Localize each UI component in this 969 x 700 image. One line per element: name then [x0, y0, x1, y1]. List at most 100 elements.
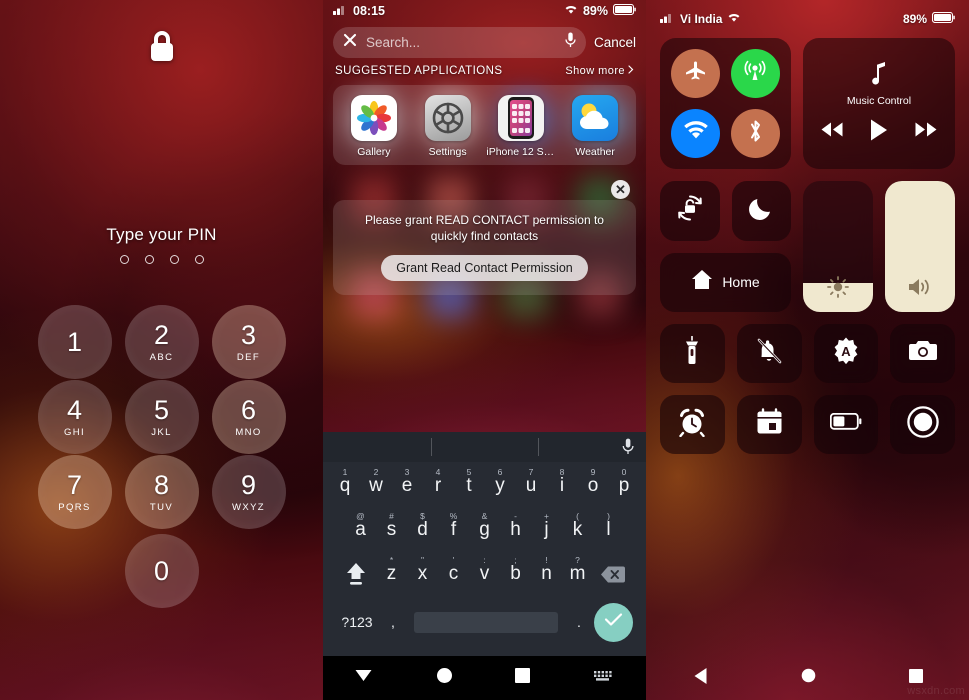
app-gallery[interactable]: Gallery [339, 95, 409, 158]
keypad-key-5[interactable]: 5 JKL [124, 380, 199, 454]
keypad-key-2[interactable]: 2 ABC [124, 305, 199, 379]
control-center-tile-grid: A [660, 323, 955, 454]
music-control-module[interactable]: Music Control [803, 38, 955, 169]
show-more-button[interactable]: Show more [565, 65, 634, 77]
key-h[interactable]: -h [500, 511, 531, 548]
keypad-key-3[interactable]: 3 DEF [211, 305, 286, 379]
brightness-slider[interactable] [803, 181, 873, 312]
key-d[interactable]: $ d [407, 511, 438, 548]
key-m[interactable]: ? m [562, 555, 593, 592]
rotation-lock-tile[interactable] [660, 181, 720, 241]
key-alt: 5 [466, 467, 472, 477]
enter-key[interactable] [594, 602, 633, 642]
close-x-icon[interactable] [343, 33, 357, 52]
comma-key[interactable]: , [378, 614, 408, 630]
keypad-key-9[interactable]: 9 WXYZ [211, 455, 286, 529]
key-alt: 7 [528, 467, 534, 477]
close-circle-icon[interactable]: ✕ [611, 180, 630, 199]
nav-back-triangle-icon[interactable] [693, 667, 708, 690]
suggested-applications-header: SUGGESTED APPLICATIONS Show more [323, 65, 646, 77]
key-f[interactable]: % f [438, 511, 469, 548]
do-not-disturb-tile[interactable] [731, 181, 791, 241]
permission-message: Please grant READ CONTACT permission to … [365, 213, 604, 244]
camera-tile[interactable] [890, 323, 955, 383]
key-o[interactable]: 9o [578, 467, 609, 504]
rewind-icon[interactable] [820, 121, 844, 143]
auto-brightness-tile[interactable]: A [813, 323, 879, 383]
symbols-key[interactable]: ?123 [336, 614, 378, 630]
microphone-icon[interactable] [565, 32, 576, 53]
wifi-toggle[interactable] [671, 108, 721, 158]
key-g[interactable]: & g [469, 511, 500, 548]
key-alt: * [389, 555, 394, 565]
key-v[interactable]: :v [469, 555, 500, 592]
key-alt: 3 [404, 467, 410, 477]
calendar-tile[interactable] [736, 394, 802, 454]
play-icon[interactable] [869, 118, 889, 147]
period-key[interactable]: . [564, 614, 594, 630]
key-u[interactable]: 7u [516, 467, 547, 504]
key-c[interactable]: ' c [438, 555, 469, 592]
nav-back-triangle-icon[interactable] [354, 668, 373, 688]
on-screen-keyboard: 1q 2w 3e 4r 5t 6y 7u 8i 9o 0p @ a # s $ d %… [323, 432, 646, 656]
key-n[interactable]: ! n [531, 555, 562, 592]
key-j[interactable]: + j [531, 511, 562, 548]
backspace-icon[interactable] [593, 556, 633, 592]
key-t[interactable]: 5t [454, 467, 485, 504]
key-p[interactable]: 0p [609, 467, 640, 504]
weather-cloud-sun-icon [572, 95, 619, 141]
rotation-lock-icon [675, 193, 705, 228]
home-tile[interactable]: Home [660, 252, 791, 312]
key-q[interactable]: 1q [330, 467, 361, 504]
key-y[interactable]: 6y [485, 467, 516, 504]
keypad-key-0[interactable]: 0 [124, 534, 199, 608]
fast-forward-icon[interactable] [914, 121, 938, 143]
key-z[interactable]: * z [376, 555, 407, 592]
space-key[interactable] [414, 611, 558, 633]
keypad-key-1[interactable]: 1 [37, 305, 112, 379]
microphone-icon[interactable] [622, 438, 634, 460]
nav-home-circle-icon[interactable] [436, 667, 453, 689]
nav-recents-square-icon[interactable] [515, 668, 531, 688]
auto-brightness-a-icon: A [831, 336, 861, 371]
alarm-tile[interactable] [660, 394, 725, 454]
key-label: l [606, 519, 611, 540]
low-power-tile[interactable] [813, 394, 879, 454]
volume-slider[interactable] [885, 181, 955, 312]
keypad-key-6[interactable]: 6 MNO [211, 380, 286, 454]
keypad-key-7[interactable]: 7 PQRS [37, 455, 112, 529]
bluetooth-toggle[interactable] [730, 108, 780, 158]
cellular-data-toggle[interactable] [730, 49, 780, 99]
keypad-key-4[interactable]: 4 GHI [37, 380, 112, 454]
status-time: 08:15 [353, 4, 385, 18]
key-w[interactable]: 2w [361, 467, 392, 504]
shift-arrow-icon[interactable] [336, 556, 376, 592]
search-input[interactable]: Search... [333, 27, 586, 58]
key-label: v [479, 563, 490, 584]
key-i[interactable]: 8i [547, 467, 578, 504]
cancel-button[interactable]: Cancel [594, 35, 636, 50]
key-b[interactable]: ; b [500, 555, 531, 592]
flashlight-tile[interactable] [660, 323, 725, 383]
airplane-mode-toggle[interactable] [671, 49, 721, 99]
key-k[interactable]: (k [562, 511, 593, 548]
nav-home-circle-icon[interactable] [801, 668, 816, 688]
key-s[interactable]: # s [376, 511, 407, 548]
control-center-top-row: Music Control [660, 38, 955, 169]
app-iphone-settings[interactable]: iPhone 12 Setti... [486, 95, 556, 158]
keypad-key-letters: PQRS [58, 501, 91, 513]
key-l[interactable]: ) l [593, 511, 624, 548]
battery-percent: 89% [902, 12, 927, 26]
key-x[interactable]: " x [407, 555, 438, 592]
screen-record-tile[interactable] [890, 394, 955, 454]
mute-tile[interactable] [736, 323, 802, 383]
keypad-key-digit: 0 [153, 555, 170, 586]
app-weather[interactable]: Weather [560, 95, 630, 158]
keypad-key-8[interactable]: 8 TUV [124, 455, 199, 529]
key-a[interactable]: @ a [345, 511, 376, 548]
app-settings[interactable]: Settings [413, 95, 483, 158]
nav-keyboard-icon[interactable] [593, 669, 615, 687]
key-r[interactable]: 4r [423, 467, 454, 504]
grant-permission-button[interactable]: Grant Read Contact Permission [381, 255, 588, 282]
key-e[interactable]: 3e [392, 467, 423, 504]
